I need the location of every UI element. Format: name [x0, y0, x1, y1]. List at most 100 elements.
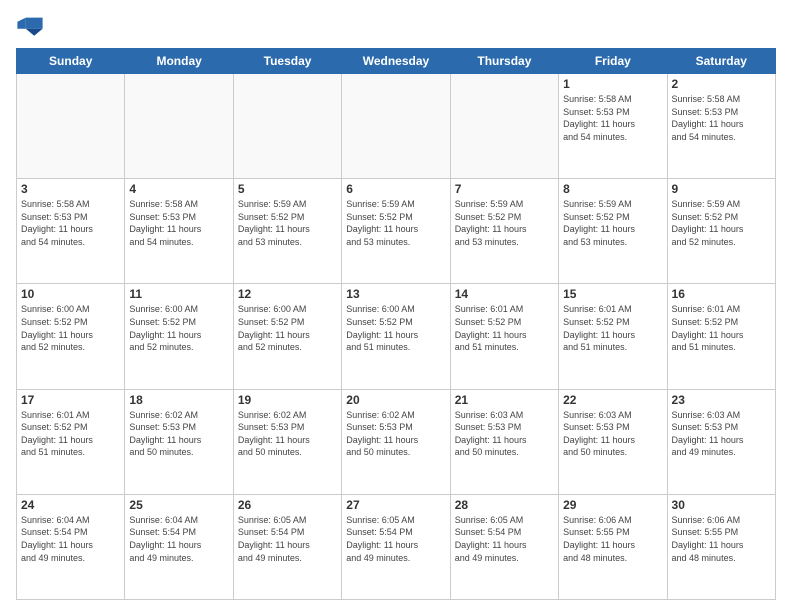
header	[16, 12, 776, 40]
calendar-cell	[233, 74, 341, 179]
day-number: 12	[238, 287, 337, 301]
calendar-cell: 18Sunrise: 6:02 AM Sunset: 5:53 PM Dayli…	[125, 389, 233, 494]
day-number: 3	[21, 182, 120, 196]
day-info: Sunrise: 5:58 AM Sunset: 5:53 PM Dayligh…	[563, 93, 662, 143]
calendar-cell: 28 Sunrise: 6:05 AM Sunset: 5:54 PM Dayli…	[450, 494, 558, 599]
day-number: 7	[455, 182, 554, 196]
calendar-cell	[342, 74, 450, 179]
day-info: Sunrise: 6:04 AM Sunset: 5:54 PM Dayligh…	[129, 514, 228, 564]
calendar-cell: 4 Sunrise: 5:58 AM Sunset: 5:53 PM Daylig…	[125, 179, 233, 284]
day-number: 8	[563, 182, 662, 196]
calendar-cell: 14 Sunrise: 6:01 AM Sunset: 5:52 PM Dayli…	[450, 284, 558, 389]
calendar-cell: 27 Sunrise: 6:05 AM Sunset: 5:54 PM Dayli…	[342, 494, 450, 599]
day-info: Sunrise: 6:01 AM Sunset: 5:52 PM Dayligh…	[455, 303, 554, 353]
calendar-cell: 3 Sunrise: 5:58 AM Sunset: 5:53 PM Daylig…	[17, 179, 125, 284]
calendar-cell: 5 Sunrise: 5:59 AM Sunset: 5:52 PM Daylig…	[233, 179, 341, 284]
weekday-header-thursday: Thursday	[450, 49, 558, 74]
day-info: Sunrise: 6:02 AM Sunset: 5:53 PM Dayligh…	[238, 409, 337, 459]
day-info: Sunrise: 6:02 AM Sunset: 5:53 PM Dayligh…	[346, 409, 445, 459]
day-info: Sunrise: 6:00 AM Sunset: 5:52 PM Dayligh…	[21, 303, 120, 353]
day-info: Sunrise: 5:59 AM Sunset: 5:52 PM Dayligh…	[563, 198, 662, 248]
calendar-cell: 22Sunrise: 6:03 AM Sunset: 5:53 PM Dayli…	[559, 389, 667, 494]
day-number: 9	[672, 182, 771, 196]
calendar-cell	[125, 74, 233, 179]
day-info: Sunrise: 5:58 AM Sunset: 5:53 PM Dayligh…	[21, 198, 120, 248]
calendar-week-2: 10 Sunrise: 6:00 AM Sunset: 5:52 PM Dayli…	[17, 284, 776, 389]
day-number: 21	[455, 393, 554, 407]
calendar-cell: 19Sunrise: 6:02 AM Sunset: 5:53 PM Dayli…	[233, 389, 341, 494]
calendar-cell: 24 Sunrise: 6:04 AM Sunset: 5:54 PM Dayli…	[17, 494, 125, 599]
day-number: 23	[672, 393, 771, 407]
day-number: 22	[563, 393, 662, 407]
day-number: 26	[238, 498, 337, 512]
day-info: Sunrise: 5:58 AM Sunset: 5:53 PM Dayligh…	[672, 93, 771, 143]
calendar-cell: 10 Sunrise: 6:00 AM Sunset: 5:52 PM Dayli…	[17, 284, 125, 389]
day-number: 25	[129, 498, 228, 512]
day-number: 6	[346, 182, 445, 196]
weekday-header-saturday: Saturday	[667, 49, 775, 74]
day-number: 27	[346, 498, 445, 512]
day-info: Sunrise: 6:05 AM Sunset: 5:54 PM Dayligh…	[455, 514, 554, 564]
day-number: 5	[238, 182, 337, 196]
calendar-cell: 30 Sunrise: 6:06 AM Sunset: 5:55 PM Dayli…	[667, 494, 775, 599]
day-info: Sunrise: 5:59 AM Sunset: 5:52 PM Dayligh…	[455, 198, 554, 248]
calendar-cell: 17 Sunrise: 6:01 AM Sunset: 5:52 PM Dayli…	[17, 389, 125, 494]
calendar-cell: 25 Sunrise: 6:04 AM Sunset: 5:54 PM Dayli…	[125, 494, 233, 599]
day-info: Sunrise: 5:59 AM Sunset: 5:52 PM Dayligh…	[672, 198, 771, 248]
day-info: Sunrise: 5:59 AM Sunset: 5:52 PM Dayligh…	[346, 198, 445, 248]
day-number: 16	[672, 287, 771, 301]
day-number: 1	[563, 77, 662, 91]
weekday-header-sunday: Sunday	[17, 49, 125, 74]
logo	[16, 12, 48, 40]
day-number: 20	[346, 393, 445, 407]
calendar-cell: 11Sunrise: 6:00 AM Sunset: 5:52 PM Dayli…	[125, 284, 233, 389]
logo-icon	[16, 12, 44, 40]
weekday-header-friday: Friday	[559, 49, 667, 74]
day-info: Sunrise: 6:06 AM Sunset: 5:55 PM Dayligh…	[672, 514, 771, 564]
weekday-header-wednesday: Wednesday	[342, 49, 450, 74]
weekday-header-monday: Monday	[125, 49, 233, 74]
calendar-header-row: SundayMondayTuesdayWednesdayThursdayFrid…	[17, 49, 776, 74]
day-info: Sunrise: 6:01 AM Sunset: 5:52 PM Dayligh…	[21, 409, 120, 459]
calendar-cell: 15Sunrise: 6:01 AM Sunset: 5:52 PM Dayli…	[559, 284, 667, 389]
day-info: Sunrise: 5:58 AM Sunset: 5:53 PM Dayligh…	[129, 198, 228, 248]
calendar-week-4: 24 Sunrise: 6:04 AM Sunset: 5:54 PM Dayli…	[17, 494, 776, 599]
day-info: Sunrise: 6:00 AM Sunset: 5:52 PM Dayligh…	[346, 303, 445, 353]
day-info: Sunrise: 6:00 AM Sunset: 5:52 PM Dayligh…	[238, 303, 337, 353]
day-info: Sunrise: 6:04 AM Sunset: 5:54 PM Dayligh…	[21, 514, 120, 564]
calendar-cell: 23 Sunrise: 6:03 AM Sunset: 5:53 PM Dayli…	[667, 389, 775, 494]
calendar-cell	[450, 74, 558, 179]
calendar-week-3: 17 Sunrise: 6:01 AM Sunset: 5:52 PM Dayli…	[17, 389, 776, 494]
day-number: 14	[455, 287, 554, 301]
day-number: 13	[346, 287, 445, 301]
calendar-cell: 13 Sunrise: 6:00 AM Sunset: 5:52 PM Dayli…	[342, 284, 450, 389]
day-info: Sunrise: 6:05 AM Sunset: 5:54 PM Dayligh…	[346, 514, 445, 564]
day-number: 28	[455, 498, 554, 512]
day-info: Sunrise: 6:06 AM Sunset: 5:55 PM Dayligh…	[563, 514, 662, 564]
calendar-cell: 29 Sunrise: 6:06 AM Sunset: 5:55 PM Dayli…	[559, 494, 667, 599]
calendar-cell: 12 Sunrise: 6:00 AM Sunset: 5:52 PM Dayli…	[233, 284, 341, 389]
day-number: 10	[21, 287, 120, 301]
calendar-cell: 26Sunrise: 6:05 AM Sunset: 5:54 PM Dayli…	[233, 494, 341, 599]
day-info: Sunrise: 6:03 AM Sunset: 5:53 PM Dayligh…	[672, 409, 771, 459]
day-number: 2	[672, 77, 771, 91]
day-number: 15	[563, 287, 662, 301]
day-number: 30	[672, 498, 771, 512]
calendar-cell: 6 Sunrise: 5:59 AM Sunset: 5:52 PM Daylig…	[342, 179, 450, 284]
day-info: Sunrise: 6:03 AM Sunset: 5:53 PM Dayligh…	[455, 409, 554, 459]
day-number: 29	[563, 498, 662, 512]
day-number: 24	[21, 498, 120, 512]
calendar-cell	[17, 74, 125, 179]
page: SundayMondayTuesdayWednesdayThursdayFrid…	[0, 0, 792, 612]
calendar-cell: 7 Sunrise: 5:59 AM Sunset: 5:52 PM Daylig…	[450, 179, 558, 284]
calendar-cell: 20 Sunrise: 6:02 AM Sunset: 5:53 PM Dayli…	[342, 389, 450, 494]
calendar-cell: 8 Sunrise: 5:59 AM Sunset: 5:52 PM Daylig…	[559, 179, 667, 284]
calendar-cell: 1 Sunrise: 5:58 AM Sunset: 5:53 PM Daylig…	[559, 74, 667, 179]
calendar-week-1: 3 Sunrise: 5:58 AM Sunset: 5:53 PM Daylig…	[17, 179, 776, 284]
day-number: 4	[129, 182, 228, 196]
day-number: 18	[129, 393, 228, 407]
calendar-cell: 16Sunrise: 6:01 AM Sunset: 5:52 PM Dayli…	[667, 284, 775, 389]
calendar-cell: 2 Sunrise: 5:58 AM Sunset: 5:53 PM Daylig…	[667, 74, 775, 179]
day-number: 17	[21, 393, 120, 407]
day-info: Sunrise: 5:59 AM Sunset: 5:52 PM Dayligh…	[238, 198, 337, 248]
